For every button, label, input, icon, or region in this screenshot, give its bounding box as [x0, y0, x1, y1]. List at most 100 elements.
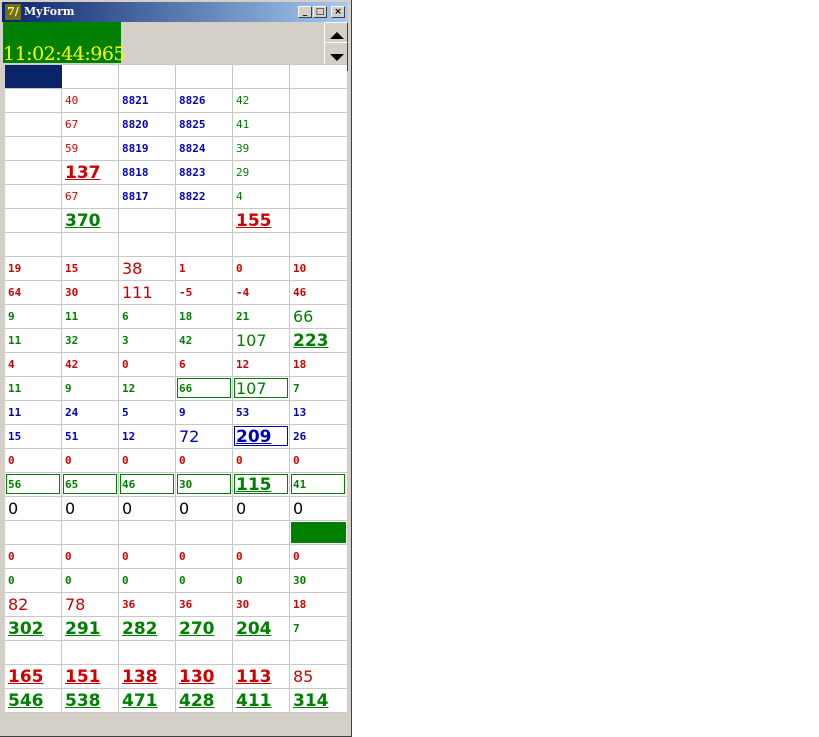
grid-cell[interactable]: 6	[176, 353, 233, 376]
grid-cell[interactable]	[290, 89, 347, 112]
grid-cell[interactable]: 0	[176, 545, 233, 568]
grid-cell[interactable]	[5, 521, 62, 544]
grid-cell[interactable]: 15	[62, 257, 119, 280]
grid-cell[interactable]: 111	[119, 281, 176, 304]
grid-cell[interactable]: 59	[62, 137, 119, 160]
grid-cell[interactable]: 36	[176, 593, 233, 616]
grid-cell[interactable]: 0	[119, 545, 176, 568]
grid-cell[interactable]: 12	[119, 425, 176, 448]
grid-cell[interactable]	[176, 521, 233, 544]
grid-cell[interactable]: 8820	[119, 113, 176, 136]
grid-cell[interactable]: 4	[5, 353, 62, 376]
grid-cell[interactable]: 223	[290, 329, 347, 352]
grid-cell[interactable]: 26	[290, 425, 347, 448]
grid-cell[interactable]	[119, 209, 176, 232]
grid-cell[interactable]	[119, 521, 176, 544]
grid-cell[interactable]: 0	[176, 497, 233, 520]
grid-cell[interactable]	[5, 89, 62, 112]
grid-cell[interactable]: 0	[119, 449, 176, 472]
grid-cell[interactable]: 46	[119, 473, 176, 496]
grid-cell[interactable]: 0	[62, 449, 119, 472]
grid-cell[interactable]: 1	[176, 257, 233, 280]
grid-cell[interactable]: 6	[119, 305, 176, 328]
grid-cell[interactable]: 39	[233, 137, 290, 160]
grid-cell[interactable]: 428	[176, 689, 233, 712]
grid-cell[interactable]: 40	[62, 89, 119, 112]
grid-cell[interactable]: 204	[233, 617, 290, 640]
grid-cell[interactable]: 53	[233, 401, 290, 424]
grid-cell[interactable]: 0	[233, 257, 290, 280]
grid-cell[interactable]	[5, 137, 62, 160]
grid-cell[interactable]: 3	[119, 329, 176, 352]
grid-cell[interactable]: 0	[119, 497, 176, 520]
grid-cell[interactable]: 8825	[176, 113, 233, 136]
grid-cell[interactable]: 0	[233, 497, 290, 520]
grid-cell[interactable]	[176, 209, 233, 232]
grid-cell[interactable]: 0	[62, 569, 119, 592]
grid-cell[interactable]: 8817	[119, 185, 176, 208]
grid-cell[interactable]: 0	[5, 569, 62, 592]
grid-cell[interactable]: 130	[176, 665, 233, 688]
grid-cell[interactable]: 51	[62, 425, 119, 448]
grid-cell[interactable]: 72	[176, 425, 233, 448]
grid-cell[interactable]: 66	[290, 305, 347, 328]
grid-cell[interactable]	[5, 185, 62, 208]
grid-cell[interactable]: 8824	[176, 137, 233, 160]
grid-cell[interactable]: 107	[233, 329, 290, 352]
grid-cell[interactable]: 9	[62, 377, 119, 400]
grid-cell[interactable]: 138	[119, 665, 176, 688]
grid-cell[interactable]: 151	[62, 665, 119, 688]
grid-cell[interactable]: 302	[5, 617, 62, 640]
grid-cell[interactable]	[290, 185, 347, 208]
grid-cell[interactable]: 11	[5, 377, 62, 400]
grid-cell[interactable]: 8822	[176, 185, 233, 208]
grid-cell[interactable]: 12	[233, 353, 290, 376]
grid-cell[interactable]: 0	[62, 545, 119, 568]
grid-cell[interactable]: 0	[5, 449, 62, 472]
grid-cell[interactable]: 30	[62, 281, 119, 304]
grid-cell[interactable]: 0	[176, 449, 233, 472]
grid-cell[interactable]	[5, 161, 62, 184]
grid-cell[interactable]: 13	[290, 401, 347, 424]
grid-cell[interactable]: 291	[62, 617, 119, 640]
grid-cell[interactable]: 65	[62, 473, 119, 496]
grid-cell[interactable]: 8826	[176, 89, 233, 112]
grid-cell[interactable]	[290, 521, 347, 544]
grid-cell[interactable]: 19	[5, 257, 62, 280]
grid-cell[interactable]: 471	[119, 689, 176, 712]
grid-cell[interactable]: 7	[290, 617, 347, 640]
grid-cell[interactable]: 36	[119, 593, 176, 616]
grid-cell[interactable]: 67	[62, 185, 119, 208]
grid-cell[interactable]: 8823	[176, 161, 233, 184]
grid-cell[interactable]: 282	[119, 617, 176, 640]
grid-cell[interactable]: 30	[290, 569, 347, 592]
grid-cell[interactable]: 41	[233, 113, 290, 136]
grid-cell[interactable]: 7	[290, 377, 347, 400]
grid-cell[interactable]: 8819	[119, 137, 176, 160]
grid-cell[interactable]: -4	[233, 281, 290, 304]
grid-cell[interactable]: 9	[176, 401, 233, 424]
grid-cell[interactable]: 0	[119, 353, 176, 376]
grid-cell[interactable]: 10	[290, 257, 347, 280]
grid-cell[interactable]: 64	[5, 281, 62, 304]
grid-cell[interactable]	[233, 521, 290, 544]
grid-cell[interactable]: 0	[119, 569, 176, 592]
grid-cell[interactable]: 115	[233, 473, 290, 496]
grid-cell[interactable]: 370	[62, 209, 119, 232]
grid-cell[interactable]: 11	[62, 305, 119, 328]
grid-cell[interactable]: 0	[233, 449, 290, 472]
grid-cell[interactable]: 21	[233, 305, 290, 328]
grid-cell[interactable]: 4	[233, 185, 290, 208]
minimize-button[interactable]: _	[298, 6, 312, 18]
grid-cell[interactable]: 30	[176, 473, 233, 496]
grid-cell[interactable]: 82	[5, 593, 62, 616]
grid-cell[interactable]: 30	[233, 593, 290, 616]
grid-cell[interactable]	[290, 161, 347, 184]
grid-cell[interactable]: 42	[176, 329, 233, 352]
grid-cell[interactable]: 0	[233, 569, 290, 592]
grid-cell[interactable]: 67	[62, 113, 119, 136]
grid-cell[interactable]: 538	[62, 689, 119, 712]
grid-cell[interactable]: 0	[5, 545, 62, 568]
grid-cell[interactable]: 11	[5, 401, 62, 424]
close-button[interactable]: ×	[331, 6, 345, 18]
